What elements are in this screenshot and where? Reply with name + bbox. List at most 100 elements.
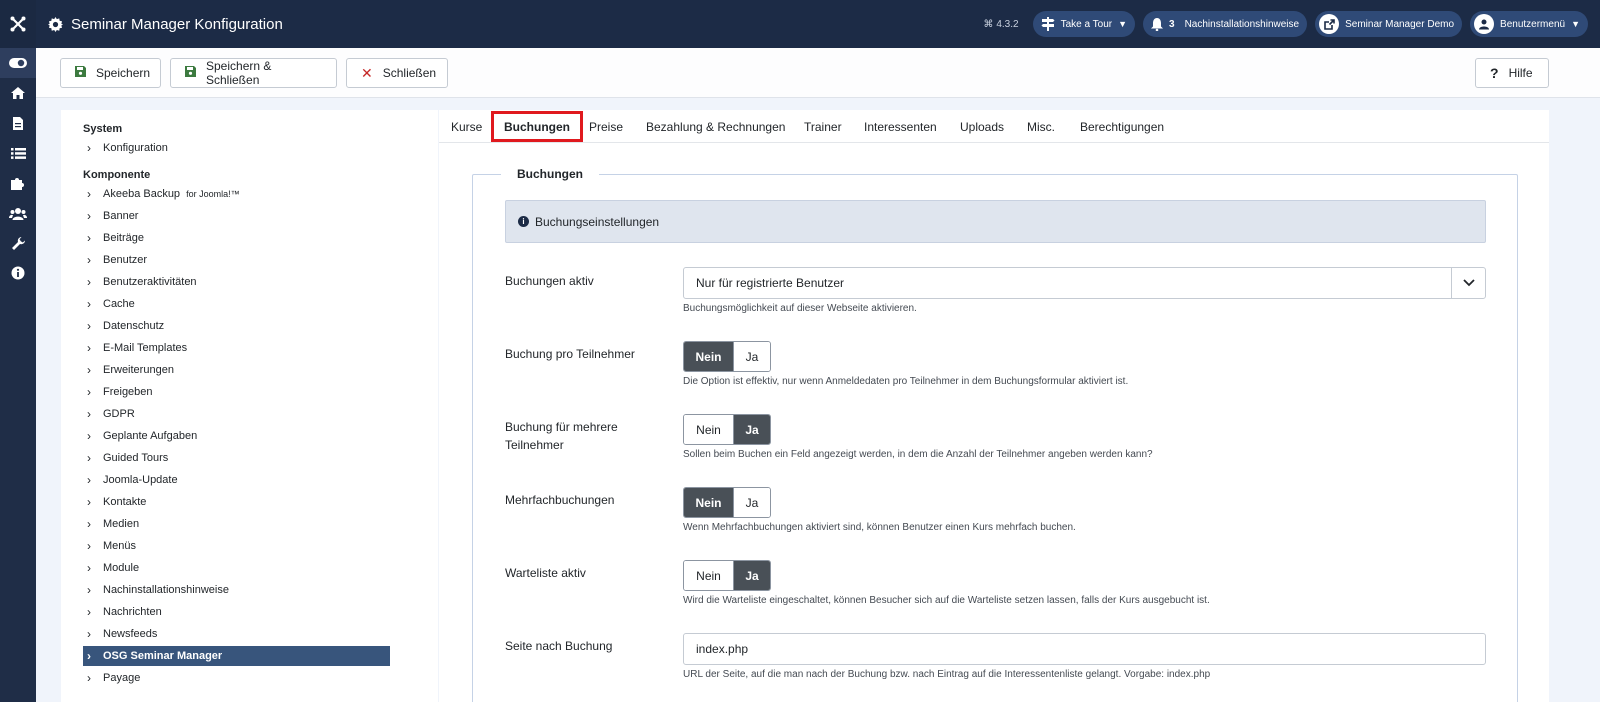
multi-booking-nein[interactable]: Nein <box>684 488 733 517</box>
tab-preise[interactable]: Preise <box>589 110 623 143</box>
bell-icon <box>1151 17 1164 31</box>
chevron-right-icon: › <box>87 385 91 399</box>
sidebar-item-label: Datenschutz <box>103 320 165 332</box>
page-title-text: Seminar Manager Konfiguration <box>71 15 283 33</box>
booking-active-select[interactable]: Nur für registrierte Benutzer <box>683 267 1486 299</box>
chevron-right-icon: › <box>87 187 91 201</box>
sidebar-item-label: Module <box>103 562 140 574</box>
sidebar-item[interactable]: › Kontakte <box>83 492 390 512</box>
sidebar-item[interactable]: › Freigeben <box>83 382 390 402</box>
components-puzzle-icon[interactable] <box>0 168 36 198</box>
multiple-participants-ja[interactable]: Ja <box>733 415 770 444</box>
chevron-down-icon <box>1451 268 1485 298</box>
per-participant-ja[interactable]: Ja <box>733 342 770 371</box>
external-link-icon <box>1319 14 1340 34</box>
close-button[interactable]: ✕ Schließen <box>346 58 448 88</box>
version-label: ⌘ 4.3.2 <box>983 18 1019 30</box>
label-multi-booking: Mehrfachbuchungen <box>505 493 615 507</box>
chevron-right-icon: › <box>87 363 91 377</box>
tab-uploads[interactable]: Uploads <box>960 110 1004 143</box>
action-toolbar: Speichern Speichern & Schließen ✕ Schlie… <box>36 48 1600 98</box>
sidebar-item-label: Benutzer <box>103 254 148 266</box>
sidebar-item-label: Guided Tours <box>103 452 169 464</box>
label-per-participant: Buchung pro Teilnehmer <box>505 347 635 361</box>
system-wrench-icon[interactable] <box>0 228 36 258</box>
help-multiple-participants: Sollen beim Buchen ein Feld angezeigt we… <box>683 449 1153 460</box>
tab-interessenten[interactable]: Interessenten <box>864 110 937 143</box>
sidebar-item[interactable]: › Datenschutz <box>83 316 390 336</box>
waitlist-ja[interactable]: Ja <box>733 561 770 590</box>
signpost-icon <box>1041 17 1055 31</box>
sidebar-item[interactable]: › Newsfeeds <box>83 624 390 644</box>
sidebar-item[interactable]: › Cache <box>83 294 390 314</box>
waitlist-nein[interactable]: Nein <box>684 561 733 590</box>
sidebar-item[interactable]: › Guided Tours <box>83 448 390 468</box>
after-booking-url-input[interactable]: index.php <box>683 633 1486 665</box>
chevron-right-icon: › <box>87 319 91 333</box>
sidebar-item[interactable]: › E-Mail Templates <box>83 338 390 358</box>
sidebar-item[interactable]: › Benutzeraktivitäten <box>83 272 390 292</box>
config-main-panel: Kurse Buchungen Preise Bezahlung & Rechn… <box>439 110 1549 702</box>
sidebar-item[interactable]: › Benutzer <box>83 250 390 270</box>
save-button[interactable]: Speichern <box>60 58 161 88</box>
tab-trainer[interactable]: Trainer <box>804 110 842 143</box>
sidebar-item[interactable]: › GDPR <box>83 404 390 424</box>
sidebar-item[interactable]: › Geplante Aufgaben <box>83 426 390 446</box>
close-x-icon: ✕ <box>361 64 373 81</box>
user-avatar-icon <box>1474 14 1495 34</box>
sidebar-item[interactable]: › Medien <box>83 514 390 534</box>
help-booking-active: Buchungsmöglichkeit auf dieser Webseite … <box>683 303 917 314</box>
tab-buchungen[interactable]: Buchungen <box>491 111 583 142</box>
help-button[interactable]: ? Hilfe <box>1475 58 1549 88</box>
multi-booking-ja[interactable]: Ja <box>733 488 770 517</box>
tab-bezahlung-rechnungen[interactable]: Bezahlung & Rechnungen <box>646 110 785 143</box>
take-tour-button[interactable]: Take a Tour ▼ <box>1032 11 1136 37</box>
header-bar: Seminar Manager Konfiguration ⌘ 4.3.2 Ta… <box>36 0 1600 48</box>
sidebar-item-label: Newsfeeds <box>103 628 158 640</box>
buchungen-fieldset: Buchungen i Buchungseinstellungen Buchun… <box>472 167 1518 702</box>
sidebar-item[interactable]: › Menüs <box>83 536 390 556</box>
sidebar-item[interactable]: › OSG Seminar Manager <box>83 646 390 666</box>
chevron-down-icon: ▼ <box>1118 19 1128 29</box>
chevron-right-icon: › <box>87 341 91 355</box>
menus-list-icon[interactable] <box>0 138 36 168</box>
sidebar-item[interactable]: › Banner <box>83 206 390 226</box>
users-icon[interactable] <box>0 198 36 228</box>
sidebar-item-konfiguration[interactable]: › Konfiguration <box>83 138 390 158</box>
sidebar-item[interactable]: › Erweiterungen <box>83 360 390 380</box>
config-tabs: Kurse Buchungen Preise Bezahlung & Rechn… <box>439 110 1549 143</box>
chevron-right-icon: › <box>87 495 91 509</box>
sidebar-item[interactable]: › Joomla-Update <box>83 470 390 490</box>
group-heading-komponente: Komponente <box>83 169 151 181</box>
sidebar-item[interactable]: › Payage <box>83 668 390 688</box>
joomla-logo-icon[interactable] <box>0 0 36 48</box>
save-disk-icon <box>185 66 196 80</box>
sidebar-item[interactable]: › Beiträge <box>83 228 390 248</box>
sidebar-item[interactable]: › Nachrichten <box>83 602 390 622</box>
chevron-right-icon: › <box>87 297 91 311</box>
notifications-button[interactable]: 3 Nachinstallationshinweise <box>1143 11 1308 37</box>
help-after-booking: URL der Seite, auf die man nach der Buch… <box>683 669 1211 680</box>
tab-berechtigungen[interactable]: Berechtigungen <box>1080 110 1164 143</box>
sidebar-item[interactable]: › Akeeba Backup for Joomla!™ <box>83 184 390 204</box>
tab-misc[interactable]: Misc. <box>1027 110 1055 143</box>
save-disk-icon <box>75 66 86 80</box>
user-menu-button[interactable]: Benutzermenü ▼ <box>1470 11 1588 37</box>
page-title: Seminar Manager Konfiguration <box>48 16 283 33</box>
sidebar-item[interactable]: › Module <box>83 558 390 578</box>
view-site-button[interactable]: Seminar Manager Demo <box>1315 11 1463 37</box>
home-icon[interactable] <box>0 78 36 108</box>
save-close-button[interactable]: Speichern & Schließen <box>170 58 337 88</box>
sidebar-item-label: Menüs <box>103 540 137 552</box>
per-participant-nein[interactable]: Nein <box>684 342 733 371</box>
sidebar-item[interactable]: › Nachinstallationshinweise <box>83 580 390 600</box>
per-participant-toggle: Nein Ja <box>683 341 771 372</box>
sidebar-item-label: Benutzeraktivitäten <box>103 276 197 288</box>
help-info-icon[interactable] <box>0 258 36 288</box>
label-booking-active: Buchungen aktiv <box>505 274 594 288</box>
tab-kurse[interactable]: Kurse <box>451 110 482 143</box>
multiple-participants-nein[interactable]: Nein <box>684 415 733 444</box>
chevron-right-icon: › <box>87 231 91 245</box>
menu-toggle-icon[interactable] <box>0 48 36 78</box>
content-file-icon[interactable] <box>0 108 36 138</box>
